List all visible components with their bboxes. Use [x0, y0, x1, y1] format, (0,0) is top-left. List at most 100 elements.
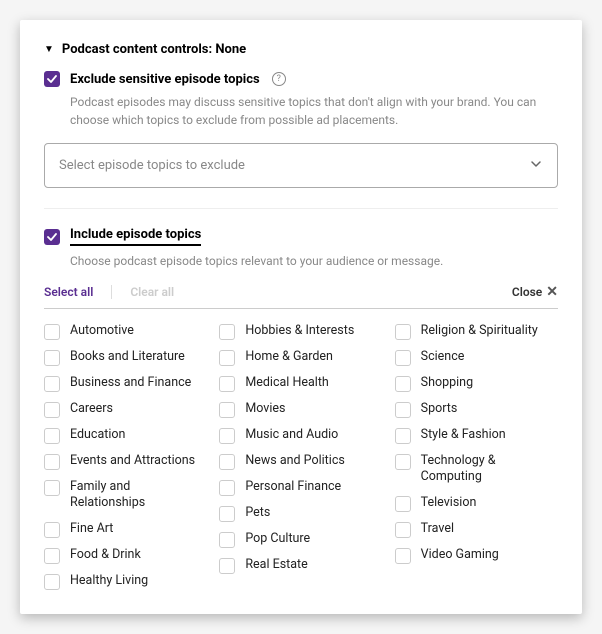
- section-divider: [44, 208, 558, 209]
- topics-col-3: Religion & Spirituality Science Shopping Sp…: [395, 323, 558, 590]
- topic-item[interactable]: Automotive: [44, 323, 207, 340]
- topic-label: Science: [421, 349, 465, 365]
- topic-checkbox[interactable]: [44, 454, 60, 470]
- topic-label: Education: [70, 427, 125, 443]
- topic-item[interactable]: Education: [44, 427, 207, 444]
- topic-item[interactable]: Science: [395, 349, 558, 366]
- topic-label: Healthy Living: [70, 573, 148, 589]
- close-icon: ✕: [546, 284, 558, 300]
- topic-item[interactable]: Sports: [395, 401, 558, 418]
- topic-checkbox[interactable]: [44, 574, 60, 590]
- topic-item[interactable]: Home & Garden: [219, 349, 382, 366]
- section-header[interactable]: ▼ Podcast content controls: None: [44, 42, 558, 57]
- topic-label: Fine Art: [70, 521, 113, 537]
- topic-label: Pop Culture: [245, 531, 310, 547]
- clear-all-button[interactable]: Clear all: [130, 285, 174, 299]
- topic-checkbox[interactable]: [395, 548, 411, 564]
- topic-checkbox[interactable]: [219, 324, 235, 340]
- chevron-down-icon: [529, 156, 543, 175]
- topic-label: Technology & Computing: [421, 453, 558, 486]
- topic-item[interactable]: Pets: [219, 505, 382, 522]
- topic-checkbox[interactable]: [395, 350, 411, 366]
- topic-item[interactable]: Video Gaming: [395, 547, 558, 564]
- topic-checkbox[interactable]: [44, 402, 60, 418]
- topic-checkbox[interactable]: [219, 558, 235, 574]
- caret-down-icon: ▼: [44, 44, 54, 55]
- include-label: Include episode topics: [70, 227, 201, 246]
- topic-label: Video Gaming: [421, 547, 499, 563]
- topic-checkbox[interactable]: [44, 324, 60, 340]
- topic-checkbox[interactable]: [219, 402, 235, 418]
- topic-label: Real Estate: [245, 557, 307, 573]
- topic-label: Events and Attractions: [70, 453, 195, 469]
- topic-checkbox[interactable]: [395, 454, 411, 470]
- topic-label: Shopping: [421, 375, 473, 391]
- exclude-checkbox[interactable]: [44, 71, 60, 87]
- topics-col-1: Automotive Books and Literature Business a…: [44, 323, 207, 590]
- topic-checkbox[interactable]: [395, 376, 411, 392]
- topic-label: Hobbies & Interests: [245, 323, 354, 339]
- topic-checkbox[interactable]: [395, 496, 411, 512]
- topic-item[interactable]: Books and Literature: [44, 349, 207, 366]
- topic-item[interactable]: Pop Culture: [219, 531, 382, 548]
- topic-label: Careers: [70, 401, 113, 417]
- topic-label: News and Politics: [245, 453, 344, 469]
- topic-checkbox[interactable]: [44, 480, 60, 496]
- topic-item[interactable]: Shopping: [395, 375, 558, 392]
- topic-item[interactable]: Personal Finance: [219, 479, 382, 496]
- topic-item[interactable]: Hobbies & Interests: [219, 323, 382, 340]
- topic-label: Music and Audio: [245, 427, 338, 443]
- topic-checkbox[interactable]: [219, 350, 235, 366]
- topic-item[interactable]: Technology & Computing: [395, 453, 558, 486]
- topic-checkbox[interactable]: [395, 324, 411, 340]
- topic-checkbox[interactable]: [44, 522, 60, 538]
- section-title: Podcast content controls: None: [62, 42, 246, 57]
- topic-checkbox[interactable]: [219, 506, 235, 522]
- topic-label: Medical Health: [245, 375, 328, 391]
- close-button[interactable]: Close ✕: [512, 284, 558, 300]
- topic-item[interactable]: Business and Finance: [44, 375, 207, 392]
- exclude-topics-select[interactable]: Select episode topics to exclude: [44, 143, 558, 188]
- topic-item[interactable]: Religion & Spirituality: [395, 323, 558, 340]
- topic-item[interactable]: Medical Health: [219, 375, 382, 392]
- topic-checkbox[interactable]: [219, 480, 235, 496]
- topic-item[interactable]: Healthy Living: [44, 573, 207, 590]
- topic-label: Religion & Spirituality: [421, 323, 538, 339]
- topic-checkbox[interactable]: [395, 428, 411, 444]
- include-checkbox-row[interactable]: Include episode topics: [44, 227, 558, 246]
- select-all-button[interactable]: Select all: [44, 285, 93, 299]
- exclude-description: Podcast episodes may discuss sensitive t…: [70, 93, 558, 129]
- topic-item[interactable]: Real Estate: [219, 557, 382, 574]
- topic-label: Automotive: [70, 323, 134, 339]
- topic-checkbox[interactable]: [219, 376, 235, 392]
- topic-checkbox[interactable]: [44, 428, 60, 444]
- topic-item[interactable]: Style & Fashion: [395, 427, 558, 444]
- topic-label: Business and Finance: [70, 375, 191, 391]
- topic-checkbox[interactable]: [219, 532, 235, 548]
- checkmark-icon: [47, 74, 57, 84]
- include-description: Choose podcast episode topics relevant t…: [70, 252, 558, 270]
- topic-item[interactable]: Movies: [219, 401, 382, 418]
- topic-checkbox[interactable]: [44, 548, 60, 564]
- exclude-checkbox-row[interactable]: Exclude sensitive episode topics ?: [44, 71, 558, 87]
- include-checkbox[interactable]: [44, 229, 60, 245]
- topic-item[interactable]: News and Politics: [219, 453, 382, 470]
- topic-item[interactable]: Fine Art: [44, 521, 207, 538]
- topic-checkbox[interactable]: [44, 376, 60, 392]
- topic-label: Television: [421, 495, 477, 511]
- topic-item[interactable]: Food & Drink: [44, 547, 207, 564]
- topic-item[interactable]: Travel: [395, 521, 558, 538]
- topic-item[interactable]: Family and Relationships: [44, 479, 207, 512]
- topic-checkbox[interactable]: [395, 522, 411, 538]
- topic-item[interactable]: Events and Attractions: [44, 453, 207, 470]
- topic-item[interactable]: Television: [395, 495, 558, 512]
- help-icon[interactable]: ?: [272, 72, 286, 86]
- topic-label: Travel: [421, 521, 454, 537]
- topic-checkbox[interactable]: [395, 402, 411, 418]
- topic-checkbox[interactable]: [219, 428, 235, 444]
- topic-checkbox[interactable]: [219, 454, 235, 470]
- topic-item[interactable]: Music and Audio: [219, 427, 382, 444]
- checkmark-icon: [47, 232, 57, 242]
- topic-checkbox[interactable]: [44, 350, 60, 366]
- topic-item[interactable]: Careers: [44, 401, 207, 418]
